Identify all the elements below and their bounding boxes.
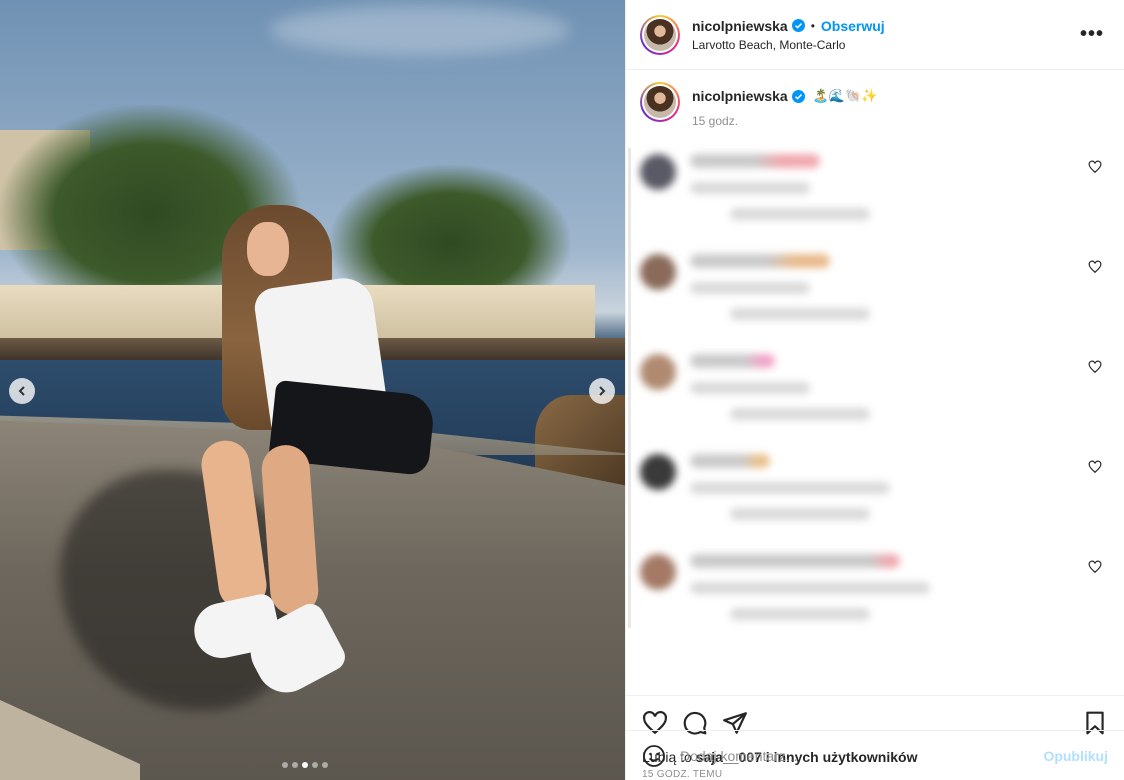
carousel-dot: [302, 762, 308, 768]
comment-avatar: [640, 454, 676, 490]
list-item: [640, 138, 1110, 238]
post-header: nicolpniewska • Obserwuj Larvotto Beach,…: [626, 0, 1124, 70]
next-photo-button[interactable]: [589, 378, 615, 404]
comment-avatar: [640, 554, 676, 590]
chevron-right-icon: [599, 386, 606, 396]
header-text: nicolpniewska • Obserwuj Larvotto Beach,…: [692, 18, 885, 52]
heart-icon[interactable]: [1088, 360, 1102, 374]
caption-username[interactable]: nicolpniewska: [692, 88, 788, 104]
figure-face: [247, 222, 289, 276]
prev-photo-button[interactable]: [9, 378, 35, 404]
comment-avatar: [640, 254, 676, 290]
avatar[interactable]: [640, 14, 680, 55]
photo-cloud: [270, 5, 570, 55]
comment-input[interactable]: [680, 747, 1044, 764]
location-link[interactable]: Larvotto Beach, Monte-Carlo: [692, 38, 885, 52]
carousel-dot: [292, 762, 298, 768]
heart-icon[interactable]: [1088, 560, 1102, 574]
list-item: [640, 238, 1110, 338]
header-username[interactable]: nicolpniewska: [692, 18, 788, 34]
comments-scrollbar[interactable]: [628, 148, 631, 628]
heart-icon[interactable]: [1088, 460, 1102, 474]
verified-icon: [791, 19, 805, 32]
caption-text: nicolpniewska 🏝️🌊🐚✨ 15 godz.: [692, 82, 877, 138]
post-dialog: nicolpniewska • Obserwuj Larvotto Beach,…: [0, 0, 1124, 780]
list-item: [640, 438, 1110, 538]
emoji-icon[interactable]: [642, 744, 666, 768]
post-photo[interactable]: [0, 0, 625, 780]
post-panel: nicolpniewska • Obserwuj Larvotto Beach,…: [625, 0, 1124, 780]
carousel-dots: [282, 762, 328, 768]
header-separator: •: [810, 18, 815, 33]
more-options-button[interactable]: •••: [1080, 23, 1110, 46]
heart-icon[interactable]: [1088, 260, 1102, 274]
verified-icon: [791, 89, 805, 103]
caption-emojis: 🏝️🌊🐚✨: [812, 88, 878, 103]
comment-body-blurred: [690, 154, 870, 234]
comment-body-blurred: [690, 354, 870, 434]
photo-trees-right: [330, 165, 570, 295]
comment-body-blurred: [690, 454, 890, 534]
caption-time: 15 godz.: [692, 114, 739, 128]
comment-avatar: [640, 354, 676, 390]
avatar-image: [644, 18, 676, 51]
carousel-dot: [282, 762, 288, 768]
more-icon: •••: [1079, 23, 1104, 45]
chevron-left-icon: [18, 386, 25, 396]
add-comment-bar: Opublikuj: [626, 730, 1124, 780]
carousel-dot: [322, 762, 328, 768]
caption-avatar[interactable]: [640, 82, 680, 122]
follow-button[interactable]: Obserwuj: [821, 18, 885, 34]
caption-avatar-image: [644, 86, 676, 118]
comment-avatar: [640, 154, 676, 190]
comment-body-blurred: [690, 254, 870, 334]
comments-list[interactable]: [626, 138, 1124, 695]
heart-icon[interactable]: [1088, 160, 1102, 174]
post-caption: nicolpniewska 🏝️🌊🐚✨ 15 godz.: [626, 70, 1124, 138]
list-item: [640, 538, 1110, 638]
carousel-dot: [312, 762, 318, 768]
comment-body-blurred: [690, 554, 930, 634]
list-item: [640, 338, 1110, 438]
publish-button[interactable]: Opublikuj: [1043, 748, 1108, 764]
